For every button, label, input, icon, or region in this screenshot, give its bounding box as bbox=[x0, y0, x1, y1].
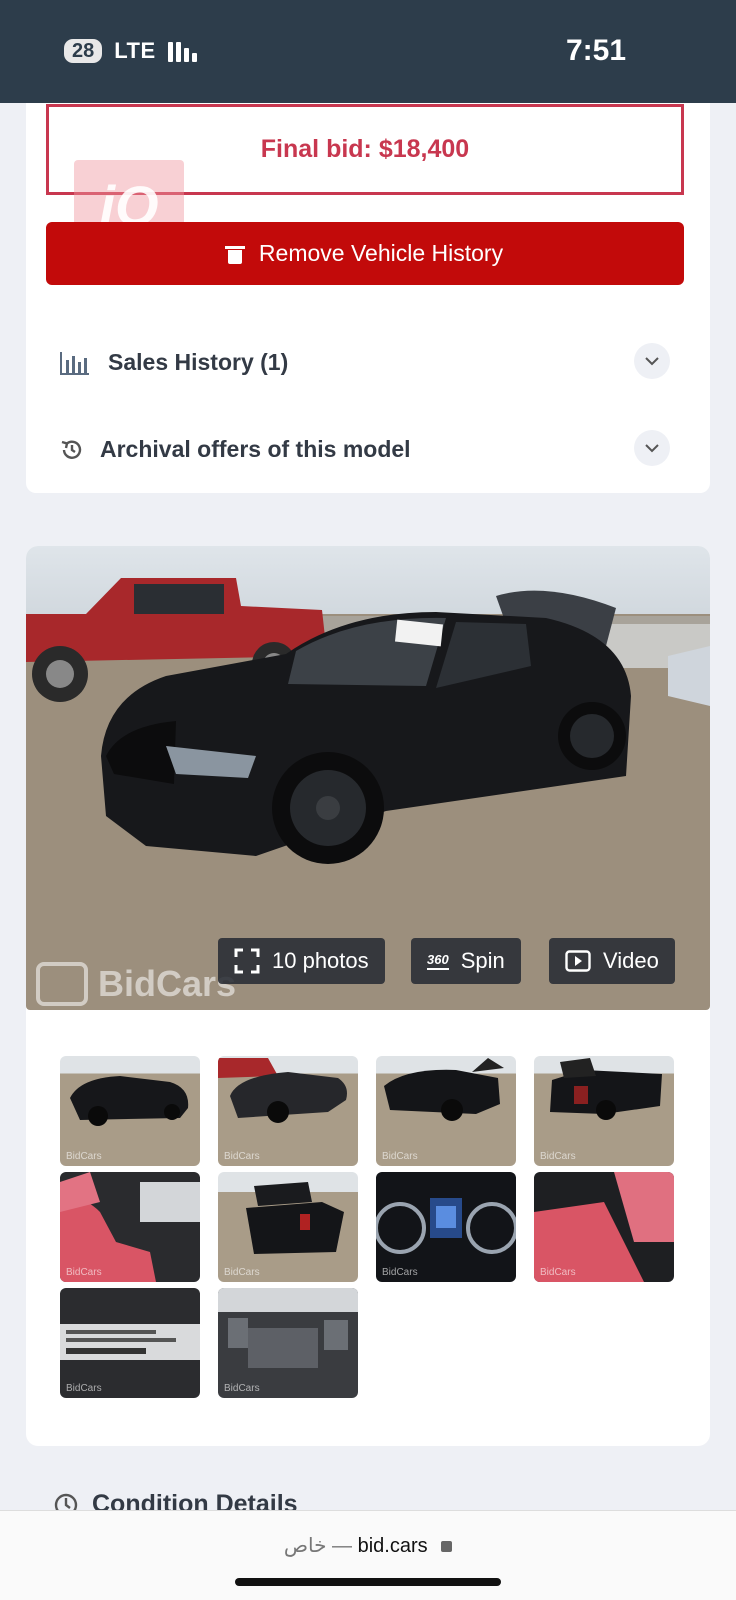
chevron-down-icon[interactable] bbox=[634, 343, 670, 379]
section-divider bbox=[26, 1447, 710, 1449]
status-bar: 28 LTE 7:51 bbox=[0, 0, 736, 103]
lock-icon bbox=[441, 1541, 453, 1553]
home-indicator[interactable] bbox=[235, 1578, 501, 1586]
url-separator: — bbox=[332, 1535, 353, 1557]
final-bid-text: Final bid: $18,400 bbox=[260, 135, 470, 163]
thumbnail-watermark: BidCars bbox=[224, 1267, 260, 1278]
accordion-sales-history[interactable]: Sales History (1) bbox=[60, 337, 684, 387]
thumbnail-watermark: BidCars bbox=[540, 1267, 576, 1278]
thumbnail[interactable]: BidCars bbox=[60, 1288, 200, 1398]
history-icon bbox=[60, 436, 84, 462]
thumbnail[interactable]: BidCars bbox=[376, 1056, 516, 1166]
bidcars-logo-icon bbox=[36, 962, 88, 1006]
url-domain: bid.cars bbox=[357, 1535, 428, 1557]
accordion-label: Sales History (1) bbox=[108, 348, 289, 375]
bar-chart-icon bbox=[60, 349, 92, 375]
spin-button[interactable]: 360 Spin bbox=[411, 938, 521, 984]
clock: 7:51 bbox=[565, 34, 626, 67]
thumbnail-watermark: BidCars bbox=[66, 1383, 102, 1394]
photos-button-label: 10 photos bbox=[272, 948, 369, 973]
thumbnail[interactable]: BidCars bbox=[60, 1172, 200, 1282]
thumbnail-watermark: BidCars bbox=[66, 1151, 102, 1162]
remove-button-label: Remove Vehicle History bbox=[258, 240, 504, 266]
accordion-label: Archival offers of this model bbox=[100, 435, 411, 462]
thumbnail[interactable]: BidCars bbox=[60, 1056, 200, 1166]
chevron-down-icon[interactable] bbox=[634, 430, 670, 466]
private-browsing-label: خاص bbox=[283, 1535, 327, 1557]
spin-button-label: Spin bbox=[460, 948, 505, 973]
accordion-archival-offers[interactable]: Archival offers of this model bbox=[60, 424, 684, 474]
thumbnail[interactable]: BidCars bbox=[534, 1056, 674, 1166]
network-type: LTE bbox=[114, 38, 156, 63]
thumbnail-watermark: BidCars bbox=[382, 1151, 418, 1162]
thumbnail-watermark: BidCars bbox=[224, 1151, 260, 1162]
fullscreen-icon bbox=[234, 948, 260, 974]
thumbnail[interactable]: BidCars bbox=[218, 1288, 358, 1398]
video-button[interactable]: Video bbox=[549, 938, 675, 984]
watermark-text: BidCars bbox=[98, 963, 237, 1004]
thumbnail[interactable]: BidCars bbox=[218, 1172, 358, 1282]
thumbnail-watermark: BidCars bbox=[224, 1383, 260, 1394]
thumbnail[interactable]: BidCars bbox=[376, 1172, 516, 1282]
browser-url-bar[interactable]: خاص — bid.cars bbox=[0, 1510, 736, 1600]
photos-button[interactable]: 10 photos bbox=[218, 938, 385, 984]
thumbnail-watermark: BidCars bbox=[382, 1267, 418, 1278]
play-icon bbox=[565, 950, 591, 972]
360-spin-icon: 360 bbox=[427, 952, 449, 970]
remove-vehicle-history-button[interactable]: Remove Vehicle History bbox=[46, 222, 684, 285]
battery-indicator: 28 bbox=[64, 39, 103, 63]
thumbnail[interactable]: BidCars bbox=[218, 1056, 358, 1166]
video-button-label: Video bbox=[603, 948, 659, 973]
bidcars-watermark: BidCars bbox=[36, 962, 236, 1006]
signal-icon bbox=[167, 40, 197, 62]
thumbnail[interactable]: BidCars bbox=[534, 1172, 674, 1282]
thumbnail-watermark: BidCars bbox=[66, 1267, 102, 1278]
trash-icon bbox=[224, 244, 245, 264]
thumbnail-watermark: BidCars bbox=[540, 1151, 576, 1162]
